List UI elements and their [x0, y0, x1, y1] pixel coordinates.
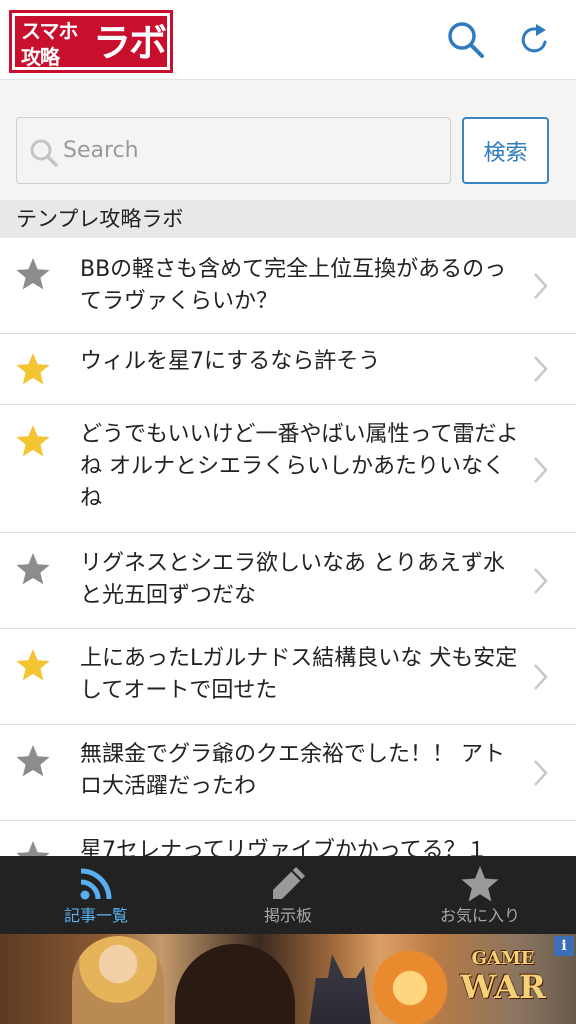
- header-search-button[interactable]: [444, 18, 488, 62]
- search-submit-button[interactable]: 検索: [462, 117, 549, 184]
- ad-horse-image: [175, 944, 295, 1024]
- ad-character-image: [72, 936, 164, 1024]
- list-item[interactable]: BBの軽さも含めて完全上位互換があるのってラヴァくらいか？: [0, 238, 576, 334]
- article-list[interactable]: BBの軽さも含めて完全上位互換があるのってラヴァくらいか？ ウィルを星7にするな…: [0, 238, 576, 856]
- ad-logo-line2: WAR: [460, 968, 546, 1006]
- ad-banner[interactable]: GAME WAR i: [0, 934, 576, 1024]
- search-area: 検索: [0, 80, 576, 200]
- article-title[interactable]: 星7セレナってリヴァイブかかってる？１: [80, 835, 525, 856]
- tab-board[interactable]: 掲示板: [192, 856, 384, 934]
- ad-game-logo: GAME WAR: [455, 948, 551, 1018]
- search-icon: [448, 22, 484, 58]
- list-item[interactable]: 星7セレナってリヴァイブかかってる？１: [0, 821, 576, 856]
- list-item[interactable]: 無課金でグラ爺のクエ余裕でした！！ アトロ大活躍だったわ: [0, 725, 576, 821]
- chevron-right-icon: [534, 760, 548, 786]
- chevron-right-icon: [534, 664, 548, 690]
- star-icon[interactable]: [15, 423, 51, 459]
- app-header: スマホ 攻略 ラボ: [0, 0, 576, 80]
- logo-background: スマホ 攻略 ラボ: [15, 16, 167, 69]
- search-field[interactable]: [16, 117, 451, 184]
- ad-fire-image: [370, 934, 450, 1024]
- search-field-icon: [30, 139, 58, 167]
- star-icon[interactable]: [15, 351, 51, 387]
- chevron-right-icon: [534, 568, 548, 594]
- article-title[interactable]: リグネスとシエラ欲しいなあ とりあえず水と光五回ずつだな: [80, 548, 525, 612]
- logo-text-main: ラボ: [93, 21, 167, 65]
- list-item[interactable]: ウィルを星7にするなら許そう: [0, 334, 576, 405]
- article-title[interactable]: 無課金でグラ爺のクエ余裕でした！！ アトロ大活躍だったわ: [80, 739, 525, 803]
- article-title[interactable]: BBの軽さも含めて完全上位互換があるのってラヴァくらいか？: [80, 254, 525, 318]
- section-title: テンプレ攻略ラボ: [0, 200, 576, 238]
- logo-text-bottom: 攻略: [21, 45, 60, 69]
- tab-label: 掲示板: [263, 906, 312, 925]
- reload-icon: [521, 24, 547, 53]
- tab-article-list[interactable]: 記事一覧: [0, 856, 192, 934]
- header-reload-button[interactable]: [513, 18, 557, 62]
- list-item[interactable]: 上にあったLガルナドス結構良いな 犬も安定してオートで回せた: [0, 629, 576, 725]
- chevron-right-icon: [534, 356, 548, 382]
- pencil-icon: [273, 867, 305, 899]
- app-logo[interactable]: スマホ 攻略 ラボ: [9, 10, 173, 73]
- article-title[interactable]: ウィルを星7にするなら許そう: [80, 346, 525, 378]
- ad-castle-image: [308, 954, 372, 1024]
- article-title[interactable]: どうでもいいけど一番やばい属性って雷だよね オルナとシエラくらいしかあたりいなく…: [80, 419, 525, 515]
- list-item[interactable]: どうでもいいけど一番やばい属性って雷だよね オルナとシエラくらいしかあたりいなく…: [0, 405, 576, 533]
- tab-favorites[interactable]: お気に入り: [384, 856, 576, 934]
- ad-logo-line1: GAME: [471, 948, 535, 969]
- bottom-tab-bar: 記事一覧 掲示板 お気に入り: [0, 856, 576, 934]
- ad-info-icon[interactable]: i: [554, 936, 574, 956]
- logo-text-top: スマホ: [21, 19, 78, 43]
- article-title[interactable]: 上にあったLガルナドス結構良いな 犬も安定してオートで回せた: [80, 643, 525, 707]
- star-icon[interactable]: [15, 743, 51, 779]
- star-icon[interactable]: [15, 839, 51, 856]
- chevron-right-icon: [534, 457, 548, 483]
- star-icon[interactable]: [15, 551, 51, 587]
- tab-label: 記事一覧: [63, 906, 128, 925]
- rss-icon: [80, 868, 112, 900]
- search-input[interactable]: [63, 118, 443, 183]
- star-icon: [461, 866, 499, 902]
- chevron-right-icon: [534, 273, 548, 299]
- list-item[interactable]: リグネスとシエラ欲しいなあ とりあえず水と光五回ずつだな: [0, 533, 576, 629]
- star-icon[interactable]: [15, 647, 51, 683]
- star-icon[interactable]: [15, 256, 51, 292]
- tab-label: お気に入り: [439, 906, 520, 925]
